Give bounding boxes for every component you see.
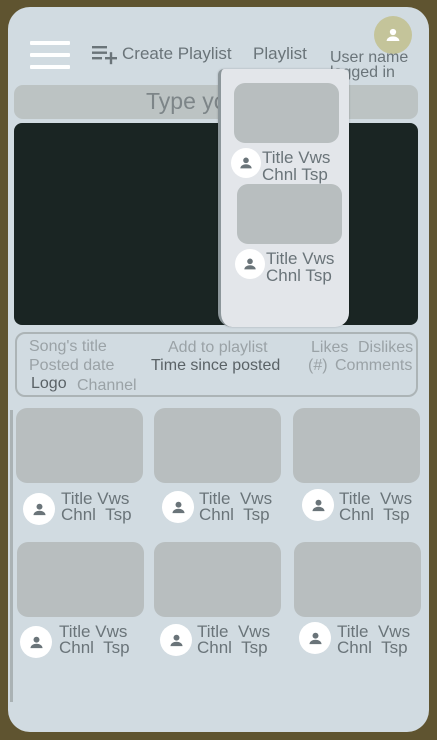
video-timestamp: Tsp <box>243 505 270 524</box>
video-timestamp: Tsp <box>105 505 132 524</box>
video-thumbnail[interactable] <box>294 542 421 617</box>
dropdown-video-thumbnail[interactable] <box>234 83 339 143</box>
user-name-label: User name <box>330 49 409 66</box>
video-timestamp: Tsp <box>241 638 268 657</box>
video-timestamp: Tsp <box>301 165 328 184</box>
video-thumbnail[interactable] <box>154 542 281 617</box>
channel-avatar[interactable] <box>299 622 331 654</box>
person-icon <box>244 258 256 270</box>
person-icon <box>308 632 322 644</box>
video-timestamp: Tsp <box>381 638 408 657</box>
person-icon <box>386 28 400 41</box>
app-screen: Create Playlist Playlist User name logge… <box>8 7 429 732</box>
person-icon <box>311 499 325 511</box>
posted-date: Posted date <box>29 357 115 374</box>
video-meta: Title Vws Chnl Tsp <box>337 623 410 657</box>
video-meta: Title Vws Chnl Tsp <box>197 623 270 657</box>
person-icon <box>32 503 46 515</box>
person-icon <box>29 636 43 648</box>
video-meta: Title Vws Chnl Tsp <box>61 490 132 524</box>
video-meta: Title Vws Chnl Tsp <box>59 623 130 657</box>
video-thumbnail[interactable] <box>17 542 144 617</box>
video-info-panel: Song's title Posted date Logo Channel Ad… <box>15 332 418 397</box>
video-channel: Chnl <box>262 165 297 184</box>
video-thumbnail[interactable] <box>16 408 143 483</box>
video-channel: Chnl <box>266 266 301 285</box>
channel-avatar[interactable] <box>160 624 192 656</box>
song-title: Song's title <box>29 338 107 355</box>
scrollbar[interactable] <box>10 410 13 702</box>
person-icon <box>171 501 185 513</box>
dropdown-video-thumbnail[interactable] <box>237 184 342 244</box>
channel-avatar[interactable] <box>20 626 52 658</box>
channel-name[interactable]: Channel <box>77 378 137 394</box>
channel-avatar[interactable] <box>23 493 55 525</box>
video-channel: Chnl <box>337 638 372 657</box>
playlist-add-icon <box>92 46 117 65</box>
video-channel: Chnl <box>59 638 94 657</box>
person-icon <box>169 634 183 646</box>
channel-avatar[interactable] <box>162 491 194 523</box>
video-channel: Chnl <box>197 638 232 657</box>
person-icon <box>240 157 252 169</box>
dropdown-video-meta: Title Vws Chnl Tsp <box>262 149 330 183</box>
video-thumbnail[interactable] <box>154 408 281 483</box>
channel-avatar[interactable] <box>302 489 334 521</box>
channel-logo[interactable]: Logo <box>31 376 67 392</box>
dropdown-channel-avatar[interactable] <box>235 249 265 279</box>
dropdown-channel-avatar[interactable] <box>231 148 261 178</box>
video-timestamp: Tsp <box>383 505 410 524</box>
video-channel: Chnl <box>61 505 96 524</box>
create-playlist-label: Create Playlist <box>122 44 232 63</box>
video-meta: Title Vws Chnl Tsp <box>339 490 412 524</box>
video-timestamp: Tsp <box>103 638 130 657</box>
video-meta: Title Vws Chnl Tsp <box>199 490 272 524</box>
time-since-posted: Time since posted <box>151 357 281 374</box>
playlist-dropdown: Title Vws Chnl Tsp Title Vws Chnl Tsp <box>218 69 349 327</box>
video-channel: Chnl <box>199 505 234 524</box>
hamburger-menu-icon[interactable] <box>30 41 70 69</box>
create-playlist-button[interactable]: Create Playlist <box>92 43 232 65</box>
playlist-link[interactable]: Playlist <box>253 44 307 64</box>
video-player[interactable] <box>14 123 418 325</box>
dropdown-video-meta: Title Vws Chnl Tsp <box>266 250 334 284</box>
video-thumbnail[interactable] <box>293 408 420 483</box>
likes-button[interactable]: Likes <box>311 340 348 356</box>
dislikes-button[interactable]: Dislikes <box>358 340 413 356</box>
comments-link[interactable]: Comments <box>335 358 412 374</box>
reaction-count: (#) <box>308 357 328 374</box>
add-to-playlist-button[interactable]: Add to playlist <box>168 340 268 356</box>
search-input[interactable]: Type your search <box>14 85 418 119</box>
video-channel: Chnl <box>339 505 374 524</box>
video-timestamp: Tsp <box>305 266 332 285</box>
